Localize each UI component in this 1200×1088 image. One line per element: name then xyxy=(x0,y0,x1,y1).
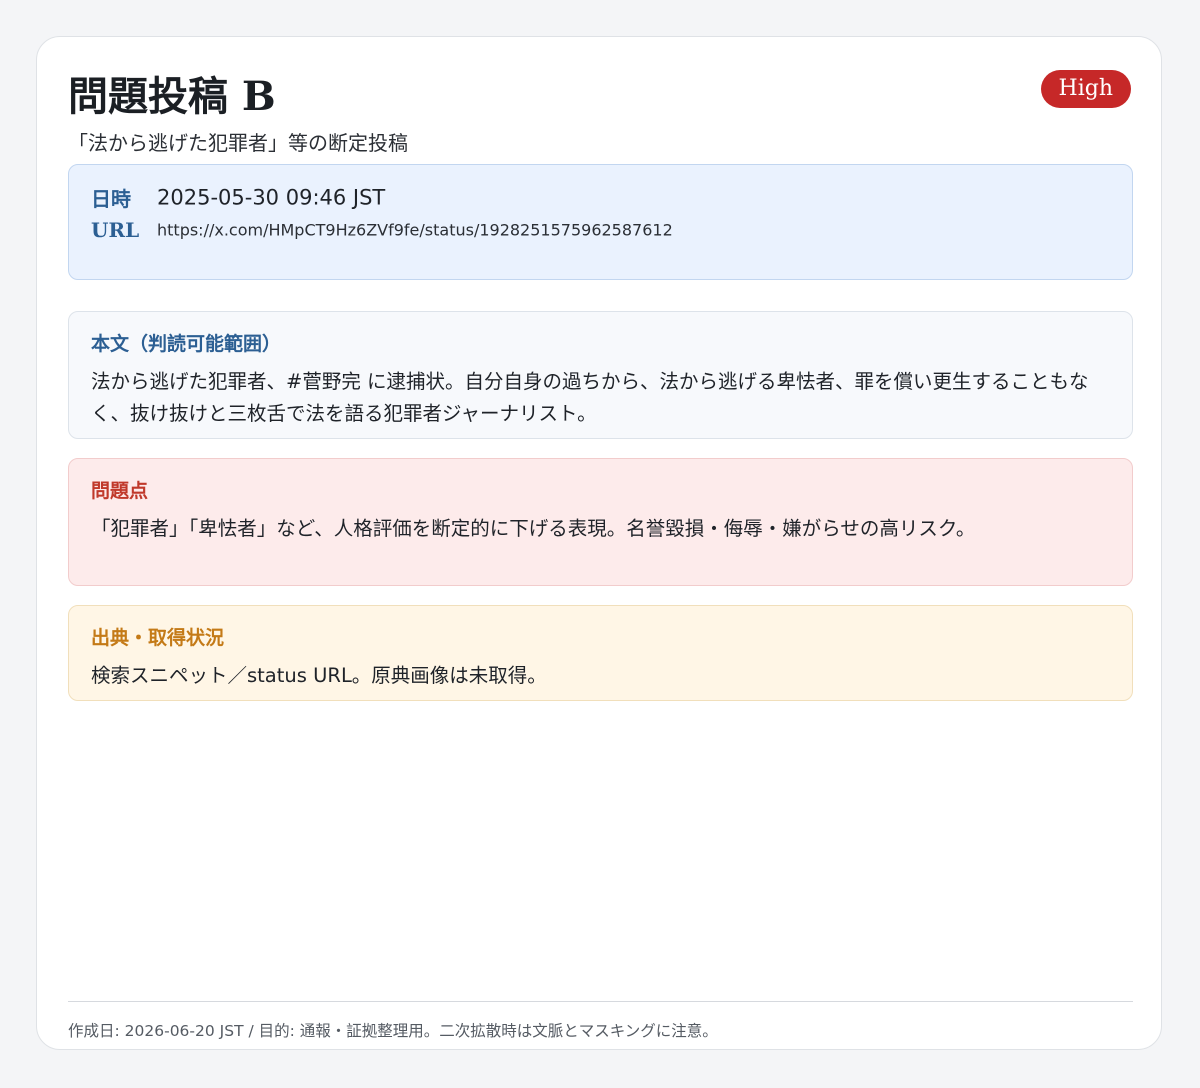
url-value[interactable]: https://x.com/HMpCT9Hz6ZVf9fe/status/192… xyxy=(157,221,673,240)
page-subtitle: 「法から逃げた犯罪者」等の断定投稿 xyxy=(68,131,408,155)
meta-panel: 日時 2025-05-30 09:46 JST URL https://x.com/… xyxy=(68,164,1133,280)
body-section: 本文（判読可能範囲） 法から逃げた犯罪者、#菅野完 に逮捕状。自分自身の過ちから… xyxy=(68,311,1133,439)
problem-section: 問題点 「犯罪者」「卑怯者」など、人格評価を断定的に下げる表現。名誉毀損・侮辱・… xyxy=(68,458,1133,586)
date-row: 日時 2025-05-30 09:46 JST xyxy=(91,183,385,212)
body-section-text: 法から逃げた犯罪者、#菅野完 に逮捕状。自分自身の過ちから、法から逃げる卑怯者、… xyxy=(91,370,1089,425)
report-card: 問題投稿 B High 「法から逃げた犯罪者」等の断定投稿 日時 2025-05-… xyxy=(36,36,1162,1050)
source-section-label: 出典・取得状況 xyxy=(91,627,225,649)
url-label: URL xyxy=(91,218,140,242)
date-value: 2025-05-30 09:46 JST xyxy=(157,185,386,210)
footer-divider xyxy=(68,1001,1133,1002)
problem-section-label: 問題点 xyxy=(91,480,149,502)
source-section: 出典・取得状況 検索スニペット／status URL。原典画像は未取得。 xyxy=(68,605,1133,701)
page-title: 問題投稿 B xyxy=(68,73,276,120)
footer-note: 作成日: 2026-06-20 JST / 目的: 通報・証拠整理用。二次拡散時… xyxy=(68,1022,718,1040)
body-section-label: 本文（判読可能範囲） xyxy=(91,333,282,355)
url-row: URL https://x.com/HMpCT9Hz6ZVf9fe/status/… xyxy=(91,218,673,242)
source-section-text: 検索スニペット／status URL。原典画像は未取得。 xyxy=(91,664,547,687)
problem-section-text: 「犯罪者」「卑怯者」など、人格評価を断定的に下げる表現。名誉毀損・侮辱・嫌がらせ… xyxy=(91,517,976,540)
severity-badge: High xyxy=(1040,70,1131,108)
date-label: 日時 xyxy=(91,187,131,211)
